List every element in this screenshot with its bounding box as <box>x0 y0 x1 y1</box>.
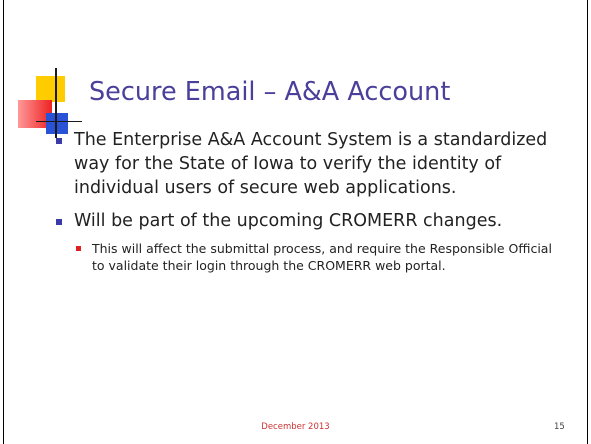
footer-date: December 2013 <box>261 422 330 432</box>
title-decoration-horizontal-line <box>36 121 82 122</box>
bullet-item: The Enterprise A&A Account System is a s… <box>56 128 568 200</box>
title-decoration-yellow-square <box>36 76 65 102</box>
sub-bullet-item: This will affect the submittal process, … <box>76 240 568 274</box>
slide-left-border <box>3 0 4 444</box>
bullet-marker-icon <box>56 138 62 144</box>
slide-title: Secure Email – A&A Account <box>89 77 451 107</box>
sub-bullet-list: This will affect the submittal process, … <box>74 240 568 274</box>
bullet-text: The Enterprise A&A Account System is a s… <box>74 130 548 198</box>
page-number: 15 <box>554 422 565 432</box>
bullet-list: The Enterprise A&A Account System is a s… <box>56 128 568 283</box>
sub-bullet-text: This will affect the submittal process, … <box>92 241 552 273</box>
sub-bullet-marker-icon <box>76 246 81 251</box>
bullet-item: Will be part of the upcoming CROMERR cha… <box>56 209 568 274</box>
bullet-marker-icon <box>56 219 62 225</box>
presentation-slide: Secure Email – A&A Account The Enterpris… <box>0 0 591 444</box>
bullet-text: Will be part of the upcoming CROMERR cha… <box>74 211 503 231</box>
slide-right-border <box>587 0 588 444</box>
